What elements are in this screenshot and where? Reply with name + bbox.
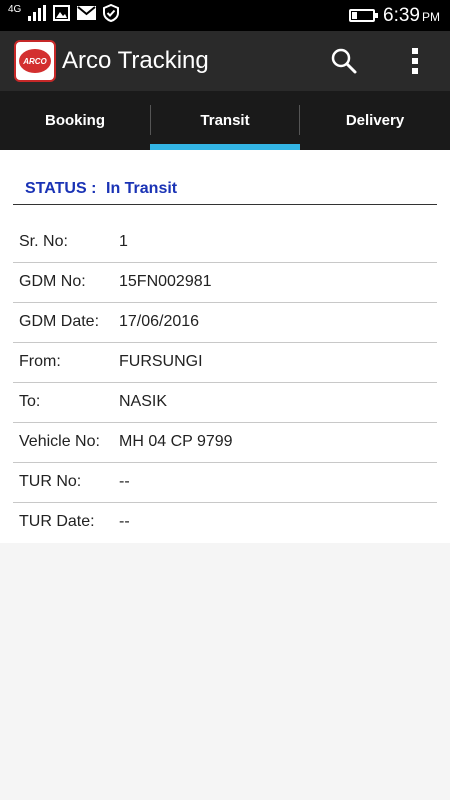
detail-key: From:: [19, 353, 61, 370]
detail-value: --: [119, 513, 130, 530]
shield-check-icon: [103, 3, 120, 27]
detail-value: --: [119, 473, 130, 490]
detail-key: To:: [19, 393, 41, 410]
details-list: Sr. No: 1 GDM No: 15FN002981 GDM Date: 1…: [13, 223, 437, 542]
battery-icon: [349, 9, 379, 22]
tab-delivery[interactable]: Delivery: [300, 91, 450, 150]
overflow-menu-button[interactable]: [400, 43, 430, 79]
app-bar: ARCO Arco Tracking: [0, 31, 450, 91]
status-header: STATUS : In Transit: [13, 176, 437, 205]
detail-row-tur-date: TUR Date: --: [13, 503, 437, 542]
empty-area: [0, 543, 450, 800]
more-vertical-icon: [412, 48, 418, 74]
signal-icon: [28, 4, 47, 26]
status-value: In Transit: [106, 180, 178, 197]
app-screen: 4G 6:39 PM ARCO Arco Tracking Booking Tr…: [0, 0, 450, 800]
detail-value: 1: [119, 233, 128, 250]
transit-details-panel: STATUS : In Transit Sr. No: 1 GDM No: 15…: [0, 150, 450, 543]
clock-ampm: PM: [422, 9, 440, 24]
tab-label: Booking: [45, 112, 105, 129]
tab-label: Transit: [200, 112, 250, 129]
detail-value: 15FN002981: [119, 273, 212, 290]
status-bar-right: 6:39 PM: [349, 0, 440, 31]
detail-value: NASIK: [119, 393, 168, 410]
detail-row-sr-no: Sr. No: 1: [13, 223, 437, 263]
clock-time: 6:39: [383, 4, 420, 26]
mail-icon: [77, 5, 97, 26]
detail-row-gdm-no: GDM No: 15FN002981: [13, 263, 437, 303]
detail-key: GDM Date:: [19, 313, 100, 330]
detail-row-tur-no: TUR No: --: [13, 463, 437, 503]
status-label: STATUS :: [25, 180, 97, 197]
image-notification-icon: [53, 4, 71, 26]
tab-booking[interactable]: Booking: [0, 91, 150, 150]
detail-key: TUR No:: [19, 473, 82, 490]
search-icon: [331, 48, 357, 74]
tab-bar: Booking Transit Delivery: [0, 91, 450, 150]
detail-key: TUR Date:: [19, 513, 95, 530]
detail-value: FURSUNGI: [119, 353, 203, 370]
tab-label: Delivery: [345, 112, 405, 129]
detail-row-from: From: FURSUNGI: [13, 343, 437, 383]
logo-text: ARCO: [19, 49, 51, 73]
network-type-label: 4G: [8, 4, 22, 15]
detail-row-vehicle-no: Vehicle No: MH 04 CP 9799: [13, 423, 437, 463]
app-logo: ARCO: [14, 40, 56, 82]
search-button[interactable]: [328, 45, 362, 79]
tab-divider: [150, 105, 151, 135]
detail-key: Sr. No:: [19, 233, 68, 250]
status-bar-left: 4G: [8, 3, 120, 27]
clock: 6:39 PM: [383, 5, 440, 27]
detail-value: 17/06/2016: [119, 313, 200, 330]
app-title: Arco Tracking: [62, 47, 209, 74]
tab-transit[interactable]: Transit: [150, 91, 300, 150]
detail-value: MH 04 CP 9799: [119, 433, 233, 450]
status-bar: 4G 6:39 PM: [0, 0, 450, 31]
detail-row-gdm-date: GDM Date: 17/06/2016: [13, 303, 437, 343]
detail-key: GDM No:: [19, 273, 86, 290]
detail-key: Vehicle No:: [19, 433, 100, 450]
detail-row-to: To: NASIK: [13, 383, 437, 423]
